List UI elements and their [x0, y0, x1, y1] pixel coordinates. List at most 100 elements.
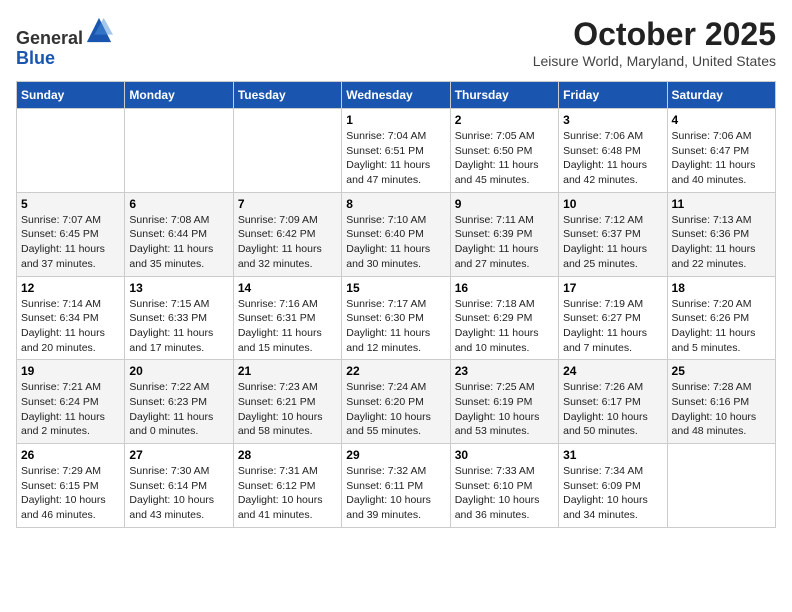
day-number: 20 [129, 364, 228, 378]
calendar-cell: 28 Sunrise: 7:31 AM Sunset: 6:12 PM Dayli… [233, 444, 341, 528]
day-number: 11 [672, 197, 771, 211]
calendar-week-row: 1 Sunrise: 7:04 AM Sunset: 6:51 PM Daylig… [17, 109, 776, 193]
calendar-cell: 5 Sunrise: 7:07 AM Sunset: 6:45 PM Daylig… [17, 192, 125, 276]
calendar-cell: 23Sunrise: 7:25 AM Sunset: 6:19 PM Dayli… [450, 360, 558, 444]
weekday-header-thursday: Thursday [450, 82, 558, 109]
calendar-cell: 4Sunrise: 7:06 AM Sunset: 6:47 PM Daylig… [667, 109, 775, 193]
calendar-cell [17, 109, 125, 193]
day-number: 28 [238, 448, 337, 462]
calendar-cell: 17 Sunrise: 7:19 AM Sunset: 6:27 PM Dayli… [559, 276, 667, 360]
day-info: Sunrise: 7:07 AM Sunset: 6:45 PM Dayligh… [21, 213, 120, 272]
day-info: Sunrise: 7:04 AM Sunset: 6:51 PM Dayligh… [346, 129, 445, 188]
calendar-week-row: 26Sunrise: 7:29 AM Sunset: 6:15 PM Dayli… [17, 444, 776, 528]
day-number: 17 [563, 281, 662, 295]
day-number: 6 [129, 197, 228, 211]
calendar-cell: 8 Sunrise: 7:10 AM Sunset: 6:40 PM Daylig… [342, 192, 450, 276]
weekday-header-row: SundayMondayTuesdayWednesdayThursdayFrid… [17, 82, 776, 109]
day-number: 30 [455, 448, 554, 462]
day-number: 19 [21, 364, 120, 378]
calendar-cell: 26Sunrise: 7:29 AM Sunset: 6:15 PM Dayli… [17, 444, 125, 528]
calendar-cell: 3 Sunrise: 7:06 AM Sunset: 6:48 PM Daylig… [559, 109, 667, 193]
day-number: 4 [672, 113, 771, 127]
weekday-header-saturday: Saturday [667, 82, 775, 109]
logo-blue-text: Blue [16, 48, 55, 68]
calendar-cell: 21 Sunrise: 7:23 AM Sunset: 6:21 PM Dayli… [233, 360, 341, 444]
day-info: Sunrise: 7:17 AM Sunset: 6:30 PM Dayligh… [346, 297, 445, 356]
day-info: Sunrise: 7:29 AM Sunset: 6:15 PM Dayligh… [21, 464, 120, 523]
day-number: 9 [455, 197, 554, 211]
day-info: Sunrise: 7:31 AM Sunset: 6:12 PM Dayligh… [238, 464, 337, 523]
day-info: Sunrise: 7:24 AM Sunset: 6:20 PM Dayligh… [346, 380, 445, 439]
day-info: Sunrise: 7:16 AM Sunset: 6:31 PM Dayligh… [238, 297, 337, 356]
logo-general-text: General [16, 28, 83, 48]
calendar-cell: 11 Sunrise: 7:13 AM Sunset: 6:36 PM Dayli… [667, 192, 775, 276]
day-number: 22 [346, 364, 445, 378]
calendar-cell: 16 Sunrise: 7:18 AM Sunset: 6:29 PM Dayli… [450, 276, 558, 360]
day-number: 13 [129, 281, 228, 295]
calendar-cell: 25Sunrise: 7:28 AM Sunset: 6:16 PM Dayli… [667, 360, 775, 444]
day-info: Sunrise: 7:13 AM Sunset: 6:36 PM Dayligh… [672, 213, 771, 272]
calendar-cell [125, 109, 233, 193]
day-info: Sunrise: 7:22 AM Sunset: 6:23 PM Dayligh… [129, 380, 228, 439]
weekday-header-tuesday: Tuesday [233, 82, 341, 109]
day-number: 3 [563, 113, 662, 127]
day-number: 7 [238, 197, 337, 211]
day-info: Sunrise: 7:25 AM Sunset: 6:19 PM Dayligh… [455, 380, 554, 439]
day-info: Sunrise: 7:30 AM Sunset: 6:14 PM Dayligh… [129, 464, 228, 523]
weekday-header-monday: Monday [125, 82, 233, 109]
day-number: 27 [129, 448, 228, 462]
day-number: 2 [455, 113, 554, 127]
calendar-cell: 30 Sunrise: 7:33 AM Sunset: 6:10 PM Dayli… [450, 444, 558, 528]
day-info: Sunrise: 7:08 AM Sunset: 6:44 PM Dayligh… [129, 213, 228, 272]
day-number: 18 [672, 281, 771, 295]
calendar-cell: 31Sunrise: 7:34 AM Sunset: 6:09 PM Dayli… [559, 444, 667, 528]
calendar-week-row: 19 Sunrise: 7:21 AM Sunset: 6:24 PM Dayli… [17, 360, 776, 444]
day-number: 16 [455, 281, 554, 295]
day-number: 5 [21, 197, 120, 211]
day-number: 15 [346, 281, 445, 295]
calendar-cell: 24 Sunrise: 7:26 AM Sunset: 6:17 PM Dayli… [559, 360, 667, 444]
calendar-cell: 9 Sunrise: 7:11 AM Sunset: 6:39 PM Daylig… [450, 192, 558, 276]
day-number: 12 [21, 281, 120, 295]
calendar-table: SundayMondayTuesdayWednesdayThursdayFrid… [16, 81, 776, 528]
day-info: Sunrise: 7:09 AM Sunset: 6:42 PM Dayligh… [238, 213, 337, 272]
calendar-cell: 7 Sunrise: 7:09 AM Sunset: 6:42 PM Daylig… [233, 192, 341, 276]
day-info: Sunrise: 7:05 AM Sunset: 6:50 PM Dayligh… [455, 129, 554, 188]
logo-icon [85, 16, 113, 44]
calendar-week-row: 5 Sunrise: 7:07 AM Sunset: 6:45 PM Daylig… [17, 192, 776, 276]
day-info: Sunrise: 7:26 AM Sunset: 6:17 PM Dayligh… [563, 380, 662, 439]
weekday-header-sunday: Sunday [17, 82, 125, 109]
weekday-header-friday: Friday [559, 82, 667, 109]
day-number: 31 [563, 448, 662, 462]
calendar-cell: 29 Sunrise: 7:32 AM Sunset: 6:11 PM Dayli… [342, 444, 450, 528]
day-info: Sunrise: 7:11 AM Sunset: 6:39 PM Dayligh… [455, 213, 554, 272]
day-info: Sunrise: 7:06 AM Sunset: 6:48 PM Dayligh… [563, 129, 662, 188]
day-info: Sunrise: 7:12 AM Sunset: 6:37 PM Dayligh… [563, 213, 662, 272]
day-number: 25 [672, 364, 771, 378]
page-header: General Blue October 2025 Leisure World,… [16, 16, 776, 69]
calendar-cell: 27 Sunrise: 7:30 AM Sunset: 6:14 PM Dayli… [125, 444, 233, 528]
day-number: 8 [346, 197, 445, 211]
day-info: Sunrise: 7:18 AM Sunset: 6:29 PM Dayligh… [455, 297, 554, 356]
calendar-cell: 10Sunrise: 7:12 AM Sunset: 6:37 PM Dayli… [559, 192, 667, 276]
day-number: 24 [563, 364, 662, 378]
day-info: Sunrise: 7:21 AM Sunset: 6:24 PM Dayligh… [21, 380, 120, 439]
day-info: Sunrise: 7:20 AM Sunset: 6:26 PM Dayligh… [672, 297, 771, 356]
day-number: 1 [346, 113, 445, 127]
calendar-cell: 22 Sunrise: 7:24 AM Sunset: 6:20 PM Dayli… [342, 360, 450, 444]
day-info: Sunrise: 7:19 AM Sunset: 6:27 PM Dayligh… [563, 297, 662, 356]
calendar-cell: 6 Sunrise: 7:08 AM Sunset: 6:44 PM Daylig… [125, 192, 233, 276]
day-info: Sunrise: 7:33 AM Sunset: 6:10 PM Dayligh… [455, 464, 554, 523]
day-number: 21 [238, 364, 337, 378]
calendar-week-row: 12Sunrise: 7:14 AM Sunset: 6:34 PM Dayli… [17, 276, 776, 360]
day-info: Sunrise: 7:23 AM Sunset: 6:21 PM Dayligh… [238, 380, 337, 439]
day-number: 29 [346, 448, 445, 462]
calendar-cell [667, 444, 775, 528]
calendar-cell: 19 Sunrise: 7:21 AM Sunset: 6:24 PM Dayli… [17, 360, 125, 444]
day-info: Sunrise: 7:10 AM Sunset: 6:40 PM Dayligh… [346, 213, 445, 272]
calendar-cell: 12Sunrise: 7:14 AM Sunset: 6:34 PM Dayli… [17, 276, 125, 360]
calendar-cell: 15 Sunrise: 7:17 AM Sunset: 6:30 PM Dayli… [342, 276, 450, 360]
logo: General Blue [16, 16, 113, 69]
day-info: Sunrise: 7:32 AM Sunset: 6:11 PM Dayligh… [346, 464, 445, 523]
calendar-cell: 2 Sunrise: 7:05 AM Sunset: 6:50 PM Daylig… [450, 109, 558, 193]
